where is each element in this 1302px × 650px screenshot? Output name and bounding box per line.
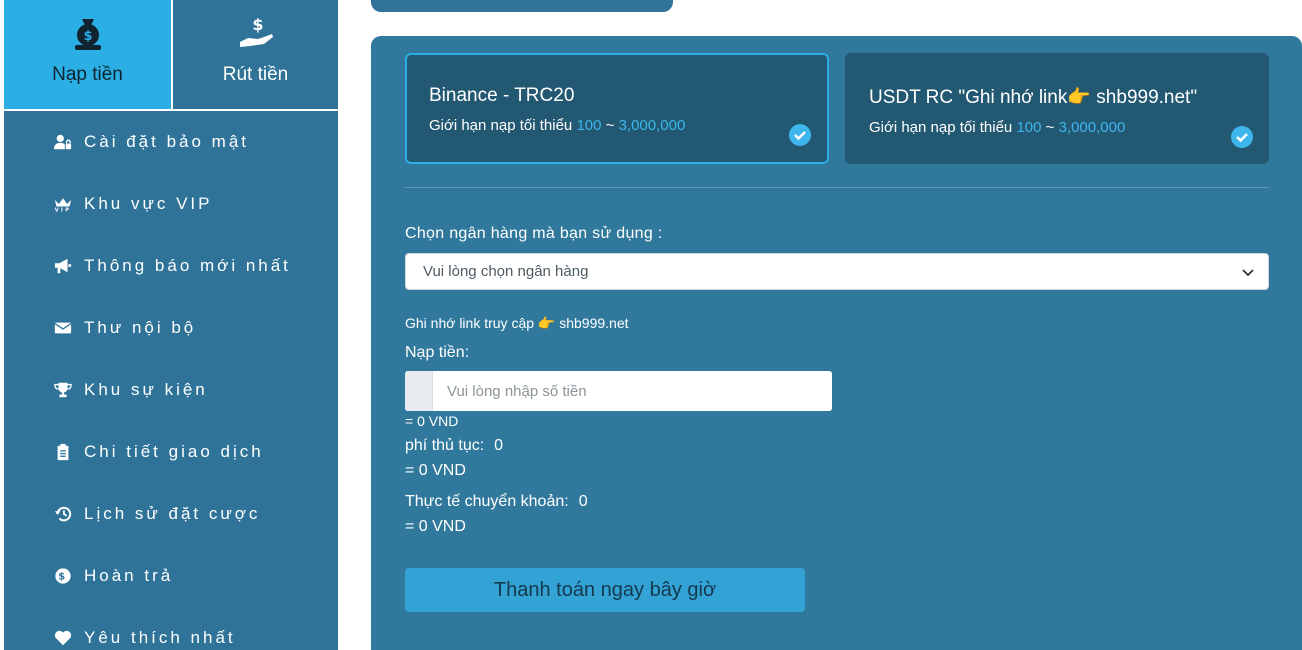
- bank-select[interactable]: Vui lòng chọn ngân hàng: [405, 253, 1269, 290]
- tab-withdraw[interactable]: $ Rút tiền: [171, 0, 338, 109]
- amount-input[interactable]: [433, 371, 832, 411]
- sidebar-item-favorites[interactable]: Yêu thích nhất: [4, 607, 338, 650]
- channel-limit: Giới hạn nạp tối thiểu 100 ~ 3,000,000: [869, 119, 1245, 136]
- sidebar-item-notifications[interactable]: Thông báo mới nhất: [4, 235, 338, 297]
- pay-now-button[interactable]: Thanh toán ngay bây giờ: [405, 568, 805, 612]
- actual-value: 0: [578, 493, 588, 510]
- withdraw-hand-icon: $: [236, 14, 276, 54]
- fee-conversion: = 0 VND: [405, 462, 466, 479]
- remember-link-note: Ghi nhớ link truy cập 👉 shb999.net: [405, 315, 629, 332]
- user-lock-icon: [52, 133, 74, 151]
- history-icon: [52, 505, 74, 523]
- divider: [405, 187, 1269, 188]
- megaphone-icon: [52, 257, 74, 275]
- sidebar-item-label: Cài đặt bảo mật: [84, 132, 250, 151]
- channel-name: Binance - TRC20: [429, 85, 575, 106]
- tab-withdraw-label: Rút tiền: [222, 64, 289, 85]
- limit-min: 100: [1016, 119, 1042, 136]
- pointing-hand-icon: 👉: [537, 315, 556, 331]
- sidebar-item-events[interactable]: Khu sự kiện: [4, 359, 338, 421]
- limit-min: 100: [576, 117, 602, 134]
- sidebar-item-label: Lịch sử đặt cược: [84, 504, 261, 523]
- limit-text: Giới hạn nạp tối thiểu: [869, 119, 1013, 136]
- amount-conversion: = 0 VND: [405, 413, 459, 429]
- sidebar-item-label: Yêu thích nhất: [84, 628, 236, 647]
- channel-name-head: USDT RC "Ghi nhớ link: [869, 87, 1068, 108]
- limit-max: 3,000,000: [1058, 119, 1126, 136]
- channel-limit: Giới hạn nạp tối thiểu 100 ~ 3,000,000: [429, 117, 805, 134]
- trophy-icon: [52, 381, 74, 399]
- sidebar-item-label: Hoàn trả: [84, 566, 174, 585]
- check-circle-icon: [789, 124, 811, 146]
- actual-label: Thực tế chuyển khoản:: [405, 493, 569, 510]
- sidebar-item-label: Thư nội bộ: [84, 318, 197, 337]
- fee-value: 0: [494, 437, 504, 454]
- limit-max: 3,000,000: [618, 117, 686, 134]
- sidebar-item-refund[interactable]: $ Hoàn trả: [4, 545, 338, 607]
- envelope-icon: [52, 319, 74, 337]
- payment-channels: Binance - TRC20 Giới hạn nạp tối thiểu 1…: [405, 53, 1269, 164]
- svg-text:$: $: [252, 15, 263, 34]
- sidebar-item-security[interactable]: Cài đặt bảo mật: [4, 111, 338, 173]
- sidebar-menu: Cài đặt bảo mật VIP Khu vực VIP Thông bá…: [4, 111, 338, 650]
- sidebar-item-label: Khu sự kiện: [84, 380, 208, 399]
- sidebar-item-transactions[interactable]: Chi tiết giao dịch: [4, 421, 338, 483]
- svg-text:VIP: VIP: [55, 207, 72, 213]
- amount-field: [405, 371, 832, 411]
- heart-icon: [52, 629, 74, 647]
- deposit-withdraw-tabs: $ Nạp tiền $ Rút tiền: [4, 0, 338, 111]
- clipboard-icon: [52, 443, 74, 461]
- chevron-down-icon: [1242, 266, 1254, 278]
- bank-select-value: Vui lòng chọn ngân hàng: [423, 263, 589, 280]
- deposit-panel: Binance - TRC20 Giới hạn nạp tối thiểu 1…: [371, 36, 1302, 650]
- channel-name-tail: shb999.net": [1091, 87, 1198, 108]
- channel-binance-trc20[interactable]: Binance - TRC20 Giới hạn nạp tối thiểu 1…: [405, 53, 829, 164]
- svg-text:$: $: [83, 29, 92, 44]
- sidebar-item-label: Thông báo mới nhất: [84, 256, 291, 275]
- deposit-page: $ Nạp tiền $ Rút tiền Cài đặt bảo mật VI…: [0, 0, 1302, 650]
- money-bag-icon: $: [68, 14, 108, 54]
- tab-deposit[interactable]: $ Nạp tiền: [4, 0, 171, 109]
- pointing-hand-icon: 👉: [1067, 87, 1092, 108]
- remember-link[interactable]: shb999.net: [559, 315, 628, 331]
- sidebar-item-bet-history[interactable]: Lịch sử đặt cược: [4, 483, 338, 545]
- channel-name: USDT RC "Ghi nhớ link👉 shb999.net": [869, 85, 1245, 109]
- actual-transfer-row: Thực tế chuyển khoản: 0: [405, 493, 588, 511]
- top-bar-stub: [371, 0, 673, 12]
- sidebar-item-label: Khu vực VIP: [84, 194, 213, 213]
- check-circle-icon: [1231, 126, 1253, 148]
- fee-label: phí thủ tục:: [405, 437, 485, 454]
- tab-deposit-label: Nạp tiền: [52, 64, 123, 85]
- actual-conversion: = 0 VND: [405, 518, 466, 535]
- remember-text: Ghi nhớ link truy cập: [405, 315, 535, 331]
- channel-usdt-rc[interactable]: USDT RC "Ghi nhớ link👉 shb999.net" Giới …: [845, 53, 1269, 164]
- svg-text:$: $: [58, 572, 68, 583]
- amount-prefix: [405, 371, 433, 411]
- bank-select-label: Chọn ngân hàng mà bạn sử dụng :: [405, 225, 663, 242]
- sidebar-item-label: Chi tiết giao dịch: [84, 442, 264, 461]
- sidebar: $ Nạp tiền $ Rút tiền Cài đặt bảo mật VI…: [4, 0, 338, 650]
- deposit-amount-label: Nạp tiền:: [405, 344, 470, 361]
- limit-sep: ~: [605, 117, 615, 134]
- limit-text: Giới hạn nạp tối thiểu: [429, 117, 573, 134]
- limit-sep: ~: [1045, 119, 1055, 136]
- dollar-circle-icon: $: [52, 567, 74, 585]
- fee-row: phí thủ tục: 0: [405, 437, 503, 455]
- vip-crown-icon: VIP: [52, 195, 74, 213]
- sidebar-item-inbox[interactable]: Thư nội bộ: [4, 297, 338, 359]
- sidebar-item-vip[interactable]: VIP Khu vực VIP: [4, 173, 338, 235]
